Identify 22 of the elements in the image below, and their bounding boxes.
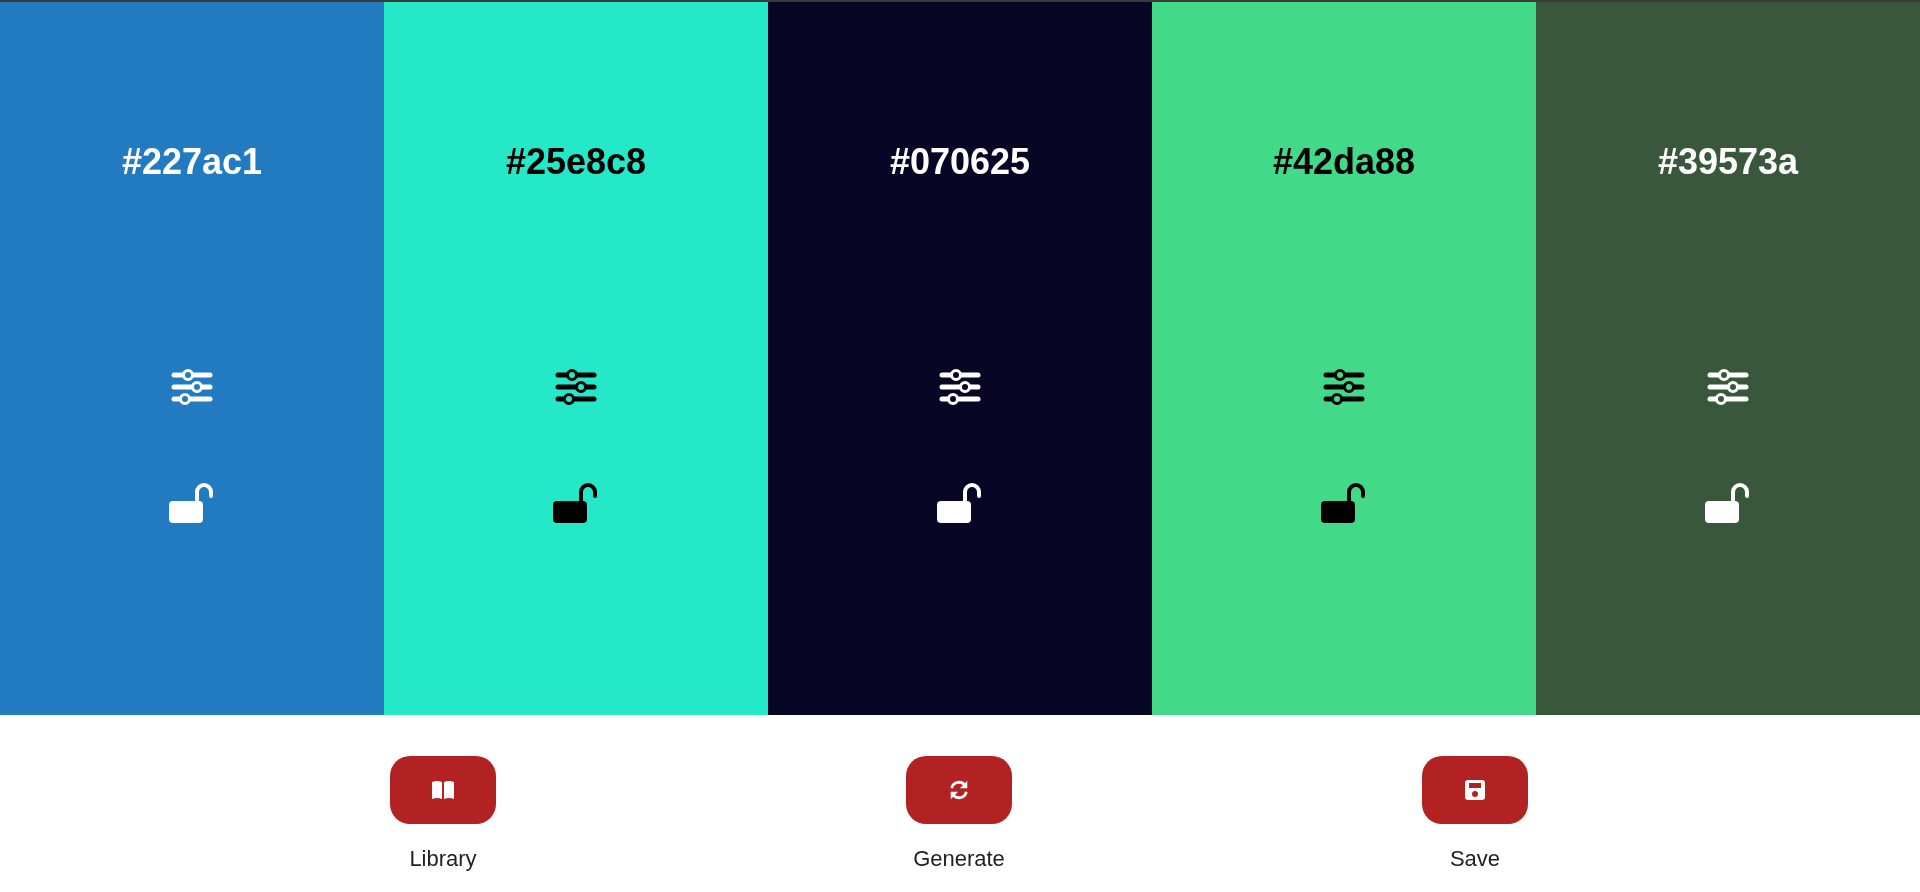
unlocked-padlock-icon[interactable] [937, 481, 983, 525]
hex-code: #25e8c8 [505, 141, 647, 183]
hex-code: #42da88 [1272, 141, 1416, 183]
hex-code: #39573a [1657, 141, 1799, 183]
unlocked-padlock-icon[interactable] [553, 481, 599, 525]
sliders-icon[interactable] [1323, 369, 1365, 405]
generate-button[interactable] [906, 756, 1012, 824]
hex-code: #227ac1 [121, 141, 263, 183]
hex-code: #070625 [889, 141, 1031, 183]
sliders-icon[interactable] [555, 369, 597, 405]
save-button[interactable] [1422, 756, 1528, 824]
sliders-icon[interactable] [1707, 369, 1749, 405]
unlocked-padlock-icon[interactable] [1321, 481, 1367, 525]
button-label: Library [409, 846, 477, 872]
sliders-icon[interactable] [171, 369, 213, 405]
refresh-icon [948, 779, 970, 801]
library-button[interactable] [390, 756, 496, 824]
sliders-icon[interactable] [939, 369, 981, 405]
button-label: Save [1449, 846, 1501, 872]
unlocked-padlock-icon[interactable] [1705, 481, 1751, 525]
button-label: Generate [913, 846, 1005, 872]
book-icon [431, 780, 455, 800]
